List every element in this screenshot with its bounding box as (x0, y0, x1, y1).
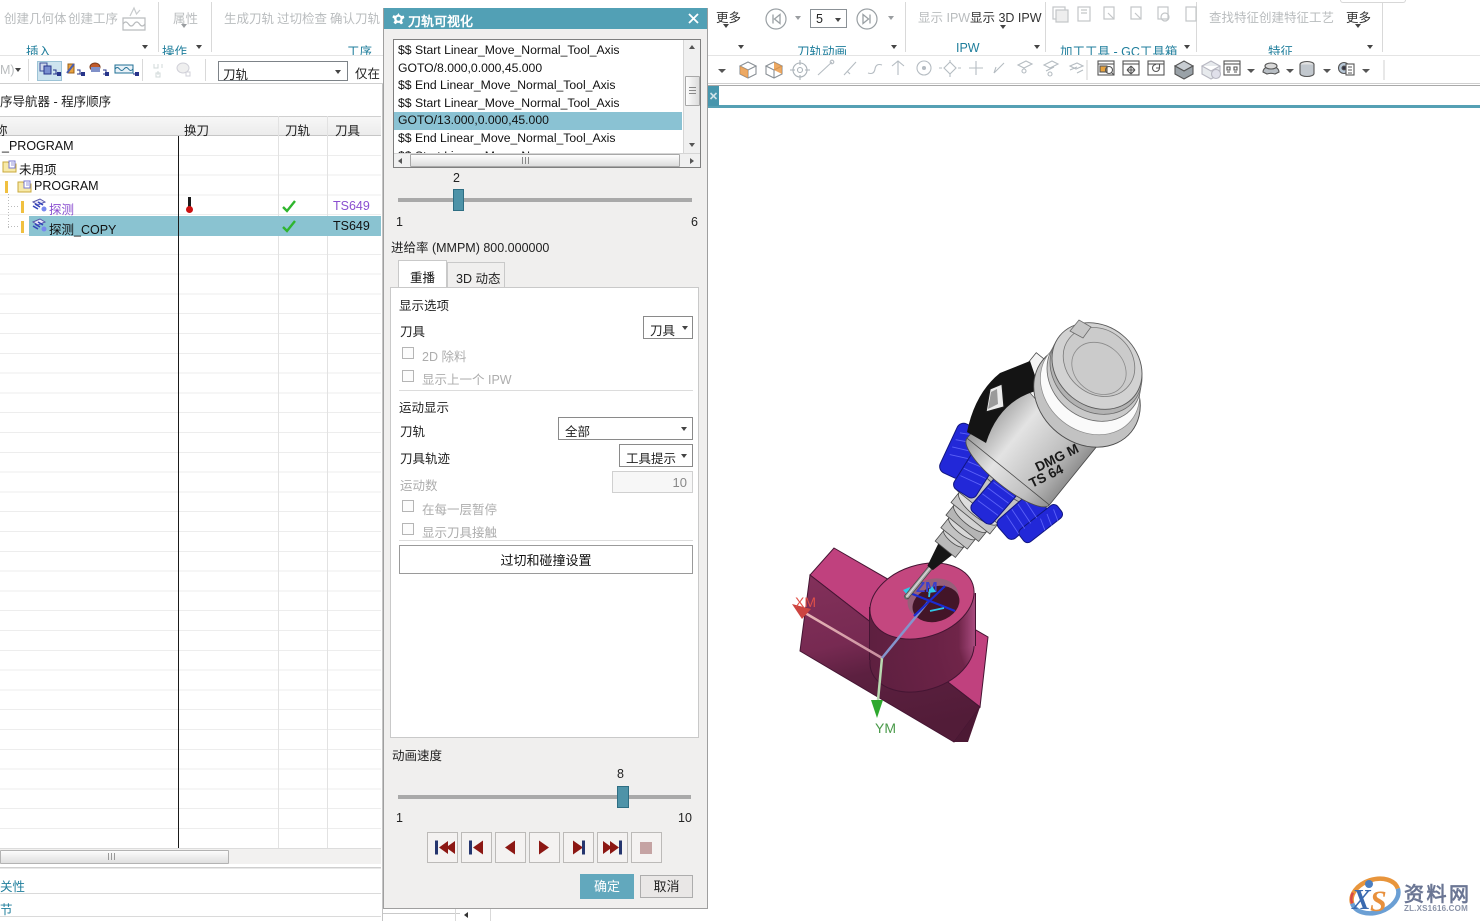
svg-text:YM: YM (875, 720, 896, 736)
svg-text:XM: XM (795, 594, 816, 610)
svg-text:X: X (1351, 885, 1372, 916)
svg-text:ZL.XS1616.COM: ZL.XS1616.COM (1404, 904, 1468, 913)
svg-text:资料网: 资料网 (1404, 882, 1472, 906)
svg-text:S: S (1370, 885, 1387, 918)
